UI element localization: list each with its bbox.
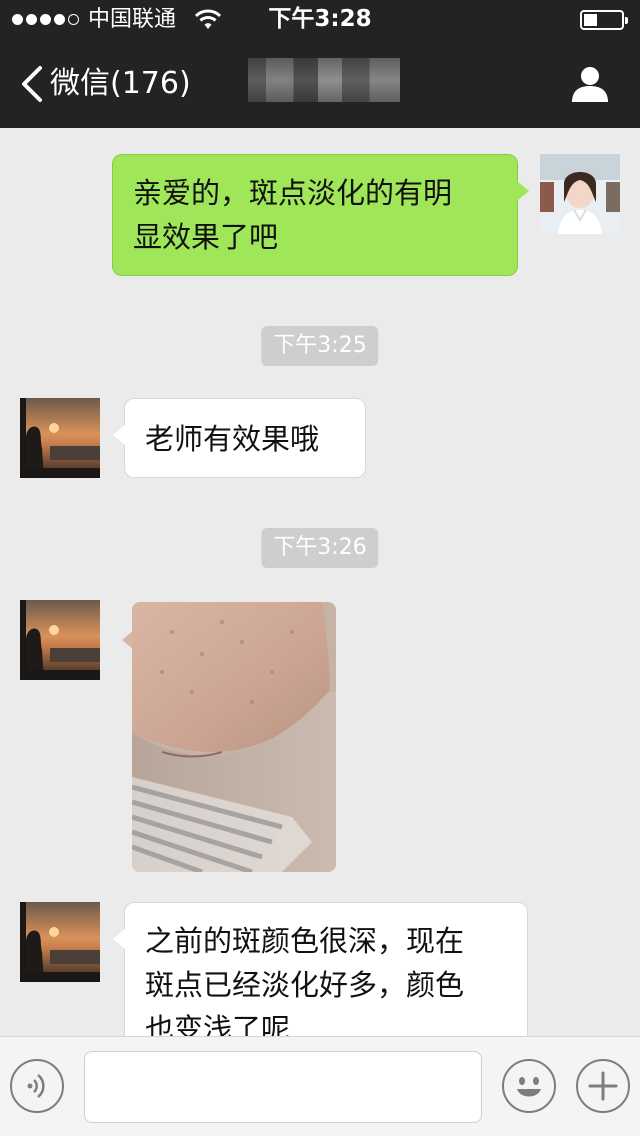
message-line: 亲爱的，斑点淡化的有明 xyxy=(133,176,453,210)
avatar-self-image xyxy=(540,154,620,234)
more-button[interactable] xyxy=(576,1059,630,1113)
message-line: 之前的斑颜色很深，现在 xyxy=(145,924,465,958)
person-icon[interactable] xyxy=(570,64,610,104)
message-line: 显效果了吧 xyxy=(133,220,279,254)
voice-icon xyxy=(27,1074,45,1098)
timestamp: 下午3:25 xyxy=(261,326,379,366)
avatar-contact-image xyxy=(20,398,100,478)
plus-icon xyxy=(588,1071,618,1101)
battery-icon xyxy=(580,10,628,30)
message-line: 斑点已经淡化好多，颜色 xyxy=(145,968,465,1002)
message-line: 老师有效果哦 xyxy=(145,422,320,456)
avatar-contact-image xyxy=(20,600,100,680)
message-bubble-incoming[interactable]: 之前的斑颜色很深，现在 斑点已经淡化好多，颜色 也变浅了呢 xyxy=(113,902,528,1036)
shared-photo xyxy=(132,602,336,872)
chat-area[interactable]: 亲爱的，斑点淡化的有明 显效果了吧 下午3:25 老师有效果哦 下午3:26 之… xyxy=(0,128,640,1036)
message-input[interactable] xyxy=(84,1051,482,1123)
voice-button[interactable] xyxy=(10,1059,64,1113)
emoji-icon xyxy=(517,1077,541,1097)
avatar-self[interactable] xyxy=(540,154,620,234)
input-bar xyxy=(0,1036,640,1136)
avatar-contact[interactable] xyxy=(20,902,100,982)
avatar-contact[interactable] xyxy=(20,600,100,680)
message-bubble-outgoing[interactable]: 亲爱的，斑点淡化的有明 显效果了吧 xyxy=(112,154,529,276)
back-button[interactable]: 微信(176) xyxy=(18,62,191,106)
avatar-contact[interactable] xyxy=(20,398,100,478)
status-bar: 中国联通 下午3:28 xyxy=(0,0,640,40)
top-bar: 中国联通 下午3:28 微信(176) xyxy=(0,0,640,128)
chevron-left-icon xyxy=(22,66,42,102)
battery-level xyxy=(584,14,597,26)
message-line: 也变浅了呢 xyxy=(145,1012,291,1036)
avatar-contact-image xyxy=(20,902,100,982)
photo-icon[interactable] xyxy=(132,602,336,872)
emoji-button[interactable] xyxy=(502,1059,556,1113)
nav-bar: 微信(176) xyxy=(0,40,640,128)
back-label: 微信(176) xyxy=(50,66,191,101)
message-bubble-incoming[interactable]: 老师有效果哦 xyxy=(113,398,366,478)
timestamp: 下午3:26 xyxy=(261,528,379,568)
status-time: 下午3:28 xyxy=(268,6,372,32)
chat-title-redacted xyxy=(248,58,400,102)
